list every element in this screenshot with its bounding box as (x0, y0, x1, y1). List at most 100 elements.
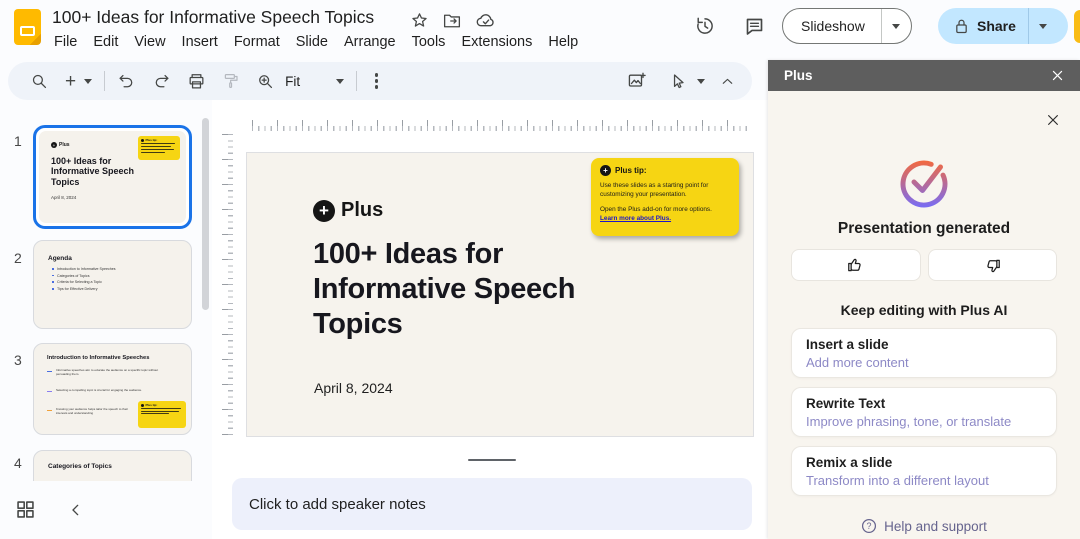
toolbar-divider (356, 71, 357, 91)
tip-body2: Open the Plus add-on for more options. (600, 206, 712, 213)
plus-logo: + Plus (51, 142, 70, 148)
zoom-icon[interactable] (256, 72, 275, 91)
star-icon[interactable] (410, 11, 429, 30)
help-and-support-link[interactable]: ? Help and support (768, 518, 1080, 534)
paint-format-icon (222, 72, 240, 90)
slideshow-button[interactable]: Slideshow (782, 8, 912, 44)
slide-number: 3 (14, 352, 22, 368)
cursor-mode-caret-icon[interactable] (697, 79, 705, 84)
plus-logo[interactable]: + Plus (313, 199, 383, 222)
slideshow-label: Slideshow (783, 9, 881, 43)
share-button[interactable]: Share (938, 8, 1068, 44)
speaker-notes-input[interactable]: Click to add speaker notes (232, 478, 752, 530)
comment-icon[interactable] (744, 16, 765, 37)
slide-number: 2 (14, 250, 22, 266)
collapse-filmstrip-chevron-icon[interactable] (68, 502, 84, 518)
top-bar: 100+ Ideas for Informative Speech Topics… (0, 0, 1080, 60)
version-history-icon[interactable] (694, 15, 716, 37)
tip-learn-more-link[interactable]: Learn more about Plus. (600, 215, 671, 222)
menu-view[interactable]: View (126, 31, 173, 53)
menu-slide[interactable]: Slide (288, 31, 336, 53)
insert-image-icon[interactable] (626, 71, 647, 91)
rewrite-text-card[interactable]: Rewrite Text Improve phrasing, tone, or … (791, 387, 1057, 437)
slide-thumbnail-1[interactable]: + Plus 100+ Ideas for Informative Speech… (33, 125, 192, 229)
google-slides-logo-icon[interactable] (14, 9, 41, 45)
slide-number: 4 (14, 455, 22, 471)
cloud-saved-icon[interactable] (475, 11, 496, 30)
feedback-buttons (791, 249, 1057, 281)
plus-badge-icon: + (313, 200, 335, 222)
plus-badge-icon: + (51, 142, 57, 148)
insert-slide-card[interactable]: Insert a slide Add more content (791, 328, 1057, 378)
select-cursor-icon[interactable] (669, 72, 688, 91)
horizontal-ruler (252, 119, 750, 131)
toolbar-divider (104, 71, 105, 91)
partial-avatar[interactable] (1074, 10, 1080, 43)
thumbs-up-button[interactable] (791, 249, 921, 281)
plus-tip-note[interactable]: + Plus tip: Use these slides as a starti… (591, 158, 739, 236)
thumb-slide-date: April 8, 2024 (51, 195, 76, 200)
generated-check-icon (768, 154, 1080, 210)
google-slides-app: 100+ Ideas for Informative Speech Topics… (0, 0, 1080, 539)
slide-thumbnail-2[interactable]: Agenda Introduction to Informative Speec… (33, 240, 192, 329)
slide-filmstrip: 1 2 3 4 + Plus 100+ Ideas for Informativ… (0, 100, 212, 481)
toolbar-overflow-icon[interactable] (375, 79, 378, 82)
keep-editing-heading: Keep editing with Plus AI (768, 302, 1080, 318)
document-title[interactable]: 100+ Ideas for Informative Speech Topics (52, 7, 374, 28)
slide-thumbnail-3[interactable]: Introduction to Informative Speeches Inf… (33, 343, 192, 435)
tip-heading: Plus tip: (615, 166, 647, 175)
panel-close-icon[interactable] (1051, 69, 1064, 82)
svg-text:?: ? (867, 521, 872, 531)
menu-arrange[interactable]: Arrange (336, 31, 404, 53)
slide-title-textbox[interactable]: 100+ Ideas for Informative Speech Topics (313, 237, 603, 341)
search-menus-icon[interactable] (30, 72, 49, 91)
move-to-folder-icon[interactable] (442, 12, 462, 30)
menu-extensions[interactable]: Extensions (453, 31, 540, 53)
generation-status-text: Presentation generated (768, 220, 1080, 238)
slide-thumbnail-4[interactable]: Categories of Topics (33, 450, 192, 481)
zoom-fit-select[interactable]: Fit (285, 74, 300, 89)
thumbs-down-button[interactable] (928, 249, 1058, 281)
menu-help[interactable]: Help (540, 31, 586, 53)
filmstrip-scrollbar[interactable] (202, 118, 209, 310)
plus-addon-panel: Plus Presentation generated (768, 60, 1080, 539)
thumb-agenda-list: Introduction to Informative Speeches Cat… (52, 267, 116, 293)
menu-bar: File Edit View Insert Format Slide Arran… (46, 31, 586, 53)
share-label: Share (977, 18, 1016, 34)
thumb-slide-title: 100+ Ideas for Informative Speech Topics (51, 156, 151, 187)
menu-format[interactable]: Format (226, 31, 288, 53)
slideshow-dropdown-caret-icon[interactable] (881, 9, 911, 43)
dismiss-message-icon[interactable] (1046, 113, 1060, 127)
speaker-notes-placeholder: Click to add speaker notes (249, 496, 426, 513)
menu-file[interactable]: File (46, 31, 85, 53)
lock-icon (954, 18, 969, 35)
new-slide-caret-icon[interactable] (84, 79, 92, 84)
panel-header: Plus (768, 60, 1080, 91)
menu-edit[interactable]: Edit (85, 31, 126, 53)
remix-slide-card[interactable]: Remix a slide Transform into a different… (791, 446, 1057, 496)
menu-tools[interactable]: Tools (404, 31, 454, 53)
notes-resize-handle[interactable] (468, 459, 516, 461)
tip-body: Use these slides as a starting point for… (600, 181, 728, 200)
edit-toolbar: + Fit (8, 62, 752, 100)
redo-icon[interactable] (152, 72, 171, 91)
slide-canvas-area: + Plus + Plus tip: Use these slides as a… (212, 100, 768, 539)
undo-icon[interactable] (117, 72, 136, 91)
panel-title: Plus (784, 68, 813, 83)
zoom-fit-caret-icon[interactable] (336, 79, 344, 84)
help-icon: ? (861, 518, 877, 534)
thumb-tip-note: Plus tip: (138, 136, 180, 160)
collapse-toolbar-icon[interactable] (719, 73, 736, 90)
filmstrip-footer (0, 481, 212, 539)
new-slide-icon[interactable]: + (65, 72, 76, 91)
grid-view-icon[interactable] (15, 499, 36, 520)
print-icon[interactable] (187, 72, 206, 91)
slide-date-textbox[interactable]: April 8, 2024 (314, 380, 393, 396)
slide-number: 1 (14, 133, 22, 149)
plus-badge-icon: + (600, 165, 611, 176)
share-dropdown-caret-icon[interactable] (1028, 8, 1058, 44)
thumb-tip-note: Plus tip: (138, 401, 186, 428)
vertical-ruler (221, 134, 233, 437)
menu-insert[interactable]: Insert (174, 31, 226, 53)
current-slide[interactable]: + Plus + Plus tip: Use these slides as a… (246, 152, 754, 437)
